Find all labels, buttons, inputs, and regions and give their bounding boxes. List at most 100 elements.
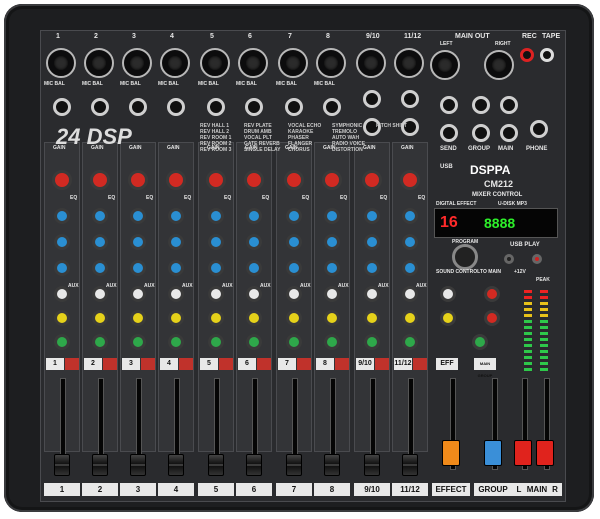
aux-knob[interactable]	[286, 286, 302, 302]
eq-knob[interactable]	[54, 234, 70, 250]
eq-knob[interactable]	[364, 260, 380, 276]
aux-knob[interactable]	[364, 286, 380, 302]
xlr-input-jack[interactable]	[316, 48, 346, 78]
channel-fader[interactable]	[324, 454, 340, 476]
eff-knob[interactable]	[402, 310, 418, 326]
xlr-input-jack[interactable]	[122, 48, 152, 78]
output-jack[interactable]	[472, 124, 490, 142]
eq-knob[interactable]	[286, 260, 302, 276]
xlr-input-jack[interactable]	[394, 48, 424, 78]
eq-knob[interactable]	[324, 208, 340, 224]
line-in-jack-l[interactable]	[363, 90, 381, 108]
mute-button[interactable]	[375, 358, 389, 370]
eff-knob[interactable]	[92, 310, 108, 326]
eff-master-knob[interactable]	[440, 310, 456, 326]
channel-fader[interactable]	[286, 454, 302, 476]
gain-knob[interactable]	[52, 170, 72, 190]
eq-knob[interactable]	[402, 208, 418, 224]
xlr-input-jack[interactable]	[238, 48, 268, 78]
pan-knob[interactable]	[324, 334, 340, 350]
gain-knob[interactable]	[322, 170, 342, 190]
line-in-jack-l[interactable]	[401, 90, 419, 108]
eq-knob[interactable]	[402, 260, 418, 276]
gain-knob[interactable]	[244, 170, 264, 190]
main-group-button[interactable]: MAIN GROUP	[474, 358, 496, 378]
aux-master-knob[interactable]	[440, 286, 456, 302]
mute-button[interactable]	[65, 358, 79, 370]
aux-knob[interactable]	[402, 286, 418, 302]
xlr-input-jack[interactable]	[160, 48, 190, 78]
aux-knob[interactable]	[54, 286, 70, 302]
gain-knob[interactable]	[128, 170, 148, 190]
output-jack[interactable]	[440, 124, 458, 142]
eff-knob[interactable]	[130, 310, 146, 326]
tape-jack[interactable]	[540, 48, 554, 62]
channel-button[interactable]: 9/10	[356, 358, 374, 370]
line-in-jack[interactable]	[167, 98, 185, 116]
eq-knob[interactable]	[208, 234, 224, 250]
main-out-right-xlr[interactable]	[484, 50, 514, 80]
eq-knob[interactable]	[92, 260, 108, 276]
gain-knob[interactable]	[166, 170, 186, 190]
eff-knob[interactable]	[246, 310, 262, 326]
pan-knob[interactable]	[364, 334, 380, 350]
eq-knob[interactable]	[246, 234, 262, 250]
main-left-fader[interactable]	[514, 440, 532, 466]
pan-knob[interactable]	[168, 334, 184, 350]
channel-button[interactable]: 7	[278, 358, 296, 370]
eff-knob[interactable]	[54, 310, 70, 326]
aux-knob[interactable]	[168, 286, 184, 302]
channel-button[interactable]: 11/12	[394, 358, 412, 370]
eq-knob[interactable]	[246, 208, 262, 224]
usb-play-button[interactable]	[504, 254, 514, 264]
eq-knob[interactable]	[92, 208, 108, 224]
channel-button[interactable]: 3	[122, 358, 140, 370]
eq-knob[interactable]	[286, 208, 302, 224]
gain-knob[interactable]	[206, 170, 226, 190]
channel-button[interactable]: 6	[238, 358, 256, 370]
eff-knob[interactable]	[286, 310, 302, 326]
output-jack[interactable]	[440, 96, 458, 114]
gain-knob[interactable]	[284, 170, 304, 190]
eff-knob[interactable]	[364, 310, 380, 326]
eq-knob[interactable]	[364, 208, 380, 224]
eq-knob[interactable]	[324, 234, 340, 250]
xlr-input-jack[interactable]	[46, 48, 76, 78]
eff-knob[interactable]	[208, 310, 224, 326]
channel-fader[interactable]	[92, 454, 108, 476]
channel-fader[interactable]	[246, 454, 262, 476]
eff-master-button[interactable]: EFF	[436, 358, 458, 370]
eq-knob[interactable]	[54, 208, 70, 224]
channel-button[interactable]: 8	[316, 358, 334, 370]
eq-knob[interactable]	[168, 234, 184, 250]
rec-jack[interactable]	[520, 48, 534, 62]
output-jack[interactable]	[472, 96, 490, 114]
channel-fader[interactable]	[208, 454, 224, 476]
eq-knob[interactable]	[208, 208, 224, 224]
eq-knob[interactable]	[130, 208, 146, 224]
program-knob[interactable]	[452, 244, 478, 270]
channel-fader[interactable]	[54, 454, 70, 476]
eff-knob[interactable]	[324, 310, 340, 326]
channel-button[interactable]: 2	[84, 358, 102, 370]
eq-knob[interactable]	[92, 234, 108, 250]
eq-knob[interactable]	[402, 234, 418, 250]
eq-knob[interactable]	[208, 260, 224, 276]
eq-knob[interactable]	[286, 234, 302, 250]
xlr-input-jack[interactable]	[200, 48, 230, 78]
mute-button[interactable]	[141, 358, 155, 370]
channel-button[interactable]: 4	[160, 358, 178, 370]
pan-knob[interactable]	[130, 334, 146, 350]
channel-button[interactable]: 5	[200, 358, 218, 370]
gain-knob[interactable]	[90, 170, 110, 190]
channel-fader[interactable]	[364, 454, 380, 476]
aux-knob[interactable]	[92, 286, 108, 302]
xlr-input-jack[interactable]	[278, 48, 308, 78]
mute-button[interactable]	[179, 358, 193, 370]
eq-knob[interactable]	[54, 260, 70, 276]
main-right-fader[interactable]	[536, 440, 554, 466]
group-fader[interactable]	[484, 440, 502, 466]
eq-knob[interactable]	[130, 234, 146, 250]
tape-knob[interactable]	[484, 310, 500, 326]
output-jack[interactable]	[500, 96, 518, 114]
